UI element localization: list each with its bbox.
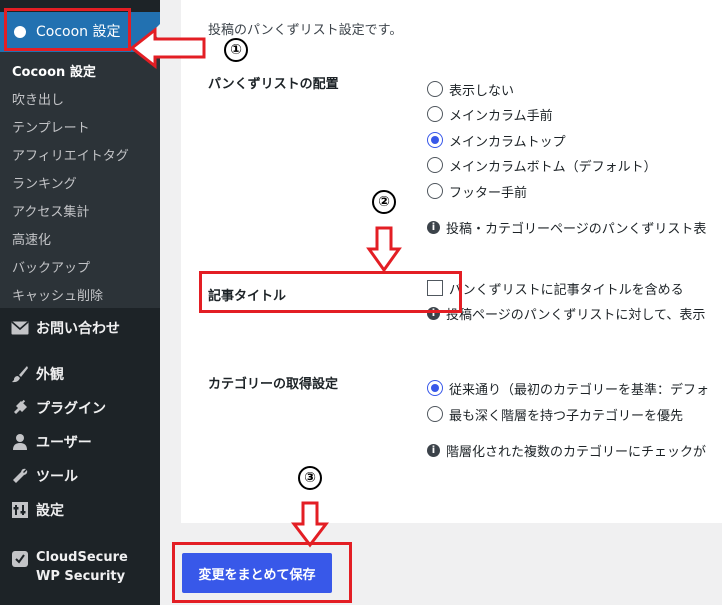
mail-icon <box>10 318 30 338</box>
radio-option-deepest-child[interactable]: 最も深く階層を持つ子カテゴリーを優先 <box>427 405 684 424</box>
annotation-arrow-down-icon <box>291 501 329 548</box>
sidebar-item-contact[interactable]: お問い合わせ <box>0 313 160 343</box>
radio-option-label: 最も深く階層を持つ子カテゴリーを優先 <box>449 408 684 424</box>
section-description: 投稿のパンくずリスト設定です。 <box>208 23 403 38</box>
submenu-item-speech-balloon[interactable]: 吹き出し <box>12 89 64 108</box>
radio-button[interactable] <box>427 183 443 199</box>
annotation-number-3: ③ <box>298 466 322 490</box>
brush-icon <box>10 364 30 384</box>
submenu-item-template[interactable]: テンプレート <box>12 117 90 136</box>
settings-panel: 投稿のパンくずリスト設定です。 パンくずリストの配置 表示しない メインカラム手… <box>181 0 722 523</box>
admin-sidebar: Cocoon 設定 Cocoon 設定 吹き出し テンプレート アフィリエイトタ… <box>0 0 160 605</box>
sidebar-item-label: 設定 <box>36 503 64 519</box>
submenu-item-cocoon-settings[interactable]: Cocoon 設定 <box>12 61 96 80</box>
submenu-item-cache-clear[interactable]: キャッシュ削除 <box>12 285 103 304</box>
radio-option-main-bottom[interactable]: メインカラムボトム（デフォルト） <box>427 156 657 175</box>
breadcrumb-position-label: パンくずリストの配置 <box>208 77 339 92</box>
shield-check-icon <box>10 549 30 569</box>
sidebar-item-cloudsecure[interactable]: CloudSecure WP Security <box>0 545 160 587</box>
radio-button[interactable] <box>427 106 443 122</box>
annotation-box-cocoon <box>4 8 131 51</box>
breadcrumb-position-info: i 投稿・カテゴリーページのパンくずリスト表 <box>427 218 706 237</box>
checkbox-label: パンくずリストに記事タイトルを含める <box>449 282 684 298</box>
radio-option-conventional[interactable]: 従来通り（最初のカテゴリーを基準：デフォ <box>427 379 710 398</box>
radio-option-main-before[interactable]: メインカラム手前 <box>427 105 553 124</box>
radio-option-label: 表示しない <box>449 83 515 99</box>
info-icon: i <box>427 221 440 234</box>
sidebar-item-plugins[interactable]: プラグイン <box>0 393 160 423</box>
radio-option-label: メインカラム手前 <box>449 108 553 124</box>
sidebar-item-settings[interactable]: 設定 <box>0 495 160 525</box>
annotation-number-2: ② <box>372 190 396 214</box>
annotation-box-save <box>172 542 352 603</box>
sidebar-item-label: プラグイン <box>36 401 106 417</box>
sidebar-item-appearance[interactable]: 外観 <box>0 359 160 389</box>
radio-option-label: 従来通り（最初のカテゴリーを基準：デフォ <box>449 382 710 398</box>
annotation-box-article-title <box>199 271 462 313</box>
sidebar-item-label: ユーザー <box>36 435 92 451</box>
radio-option-main-top[interactable]: メインカラムトップ <box>427 131 566 150</box>
submenu-item-affiliate-tag[interactable]: アフィリエイトタグ <box>12 145 129 164</box>
annotation-number-1: ① <box>224 38 248 62</box>
sidebar-item-label: CloudSecure WP Security <box>36 550 128 584</box>
radio-option-label: フッター手前 <box>449 185 528 201</box>
article-title-info: i 投稿ページのパンくずリストに対して、表示 <box>427 304 705 323</box>
radio-option-footer-before[interactable]: フッター手前 <box>427 182 528 201</box>
sidebar-item-tools[interactable]: ツール <box>0 461 160 491</box>
submenu-item-speedup[interactable]: 高速化 <box>12 229 51 248</box>
annotation-arrow-left-icon <box>129 27 206 69</box>
user-icon <box>10 432 30 452</box>
submenu-item-ranking[interactable]: ランキング <box>12 173 77 192</box>
radio-option-hidden[interactable]: 表示しない <box>427 80 515 99</box>
plugin-icon <box>10 398 30 418</box>
submenu-item-backup[interactable]: バックアップ <box>12 257 90 276</box>
radio-button[interactable] <box>427 157 443 173</box>
submenu-item-access[interactable]: アクセス集計 <box>12 201 89 220</box>
sidebar-item-label: 外観 <box>36 367 64 383</box>
category-fetch-label: カテゴリーの取得設定 <box>208 377 339 392</box>
radio-option-label: メインカラムトップ <box>449 134 566 150</box>
article-title-checkbox-row[interactable]: パンくずリストに記事タイトルを含める <box>427 279 684 298</box>
radio-button[interactable] <box>427 406 443 422</box>
wrench-icon <box>10 466 30 486</box>
sidebar-item-users[interactable]: ユーザー <box>0 427 160 457</box>
info-icon: i <box>427 444 440 457</box>
radio-button[interactable] <box>427 81 443 97</box>
sidebar-item-label: お問い合わせ <box>36 321 120 337</box>
radio-button-checked[interactable] <box>427 132 443 148</box>
radio-button-checked[interactable] <box>427 380 443 396</box>
sidebar-item-label: ツール <box>36 469 78 485</box>
radio-option-label: メインカラムボトム（デフォルト） <box>449 159 657 175</box>
annotation-arrow-down-icon <box>366 226 402 273</box>
settings-icon <box>10 500 30 520</box>
cocoon-submenu: Cocoon 設定 吹き出し テンプレート アフィリエイトタグ ランキング アク… <box>0 52 160 308</box>
category-fetch-info: i 階層化された複数のカテゴリーにチェックが <box>427 441 706 460</box>
